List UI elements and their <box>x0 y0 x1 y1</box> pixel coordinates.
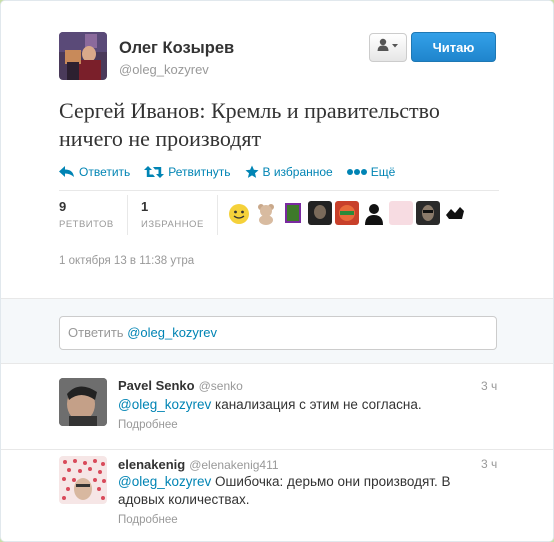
retweets-stat[interactable]: 9 РЕТВИТОВ <box>59 199 114 230</box>
teddy-bear-avatar[interactable] <box>254 201 278 225</box>
more-dots-icon <box>346 169 367 175</box>
retweet-icon <box>144 166 165 178</box>
user-avatar-5[interactable] <box>335 201 359 225</box>
retweeters-avatars <box>227 201 467 225</box>
reply-action[interactable]: Ответить <box>59 165 130 179</box>
user-avatar-7[interactable] <box>389 201 413 225</box>
reply-text: @oleg_kozyrev Ошибочка: дерьмо они произ… <box>118 473 478 509</box>
user-avatar-9[interactable] <box>443 201 467 225</box>
reply-tweet: elenakenig @elenakenig411 3 ч @oleg_kozyr… <box>1 450 553 541</box>
reply-avatar[interactable] <box>59 378 107 426</box>
favorites-stat[interactable]: 1 ИЗБРАННОЕ <box>141 199 204 230</box>
reply-label: Ответить <box>79 165 131 179</box>
reply-author-handle: @elenakenig411 <box>189 458 279 472</box>
more-label: Ещё <box>370 165 396 179</box>
smiley-avatar[interactable] <box>227 201 251 225</box>
reply-text: @oleg_kozyrev канализация с этим не согл… <box>118 396 488 414</box>
user-icon <box>377 38 399 57</box>
more-action[interactable]: Ещё <box>346 165 396 179</box>
retweets-label: РЕТВИТОВ <box>59 219 114 230</box>
reply-body: канализация с этим не согласна. <box>211 397 422 412</box>
reply-author-name: Pavel Senko <box>118 378 195 393</box>
reply-avatar[interactable] <box>59 456 107 504</box>
author-avatar[interactable] <box>59 32 107 80</box>
stat-divider <box>127 195 128 235</box>
reply-section: Ответить @oleg_kozyrev <box>1 298 553 364</box>
author-username[interactable]: @oleg_kozyrev <box>119 62 209 77</box>
reply-author[interactable]: Pavel Senko @senko <box>118 378 243 393</box>
reply-time[interactable]: 3 ч <box>481 457 497 471</box>
reply-details-link[interactable]: Подробнее <box>118 419 178 431</box>
favorites-count: 1 <box>141 199 149 214</box>
tweet-actions: Ответить Ретвитнуть В избранное Ещё <box>59 163 409 181</box>
reply-mention[interactable]: @oleg_kozyrev <box>118 397 211 412</box>
stat-divider <box>217 195 218 235</box>
author-fullname[interactable]: Олег Козырев <box>119 39 234 58</box>
reply-details-link[interactable]: Подробнее <box>118 514 178 526</box>
retweet-label: Ретвитнуть <box>168 165 231 179</box>
user-dropdown-button[interactable] <box>369 33 407 62</box>
reply-tweet: Pavel Senko @senko 3 ч @oleg_kozyrev кана… <box>1 365 553 449</box>
user-avatar-3[interactable] <box>281 201 305 225</box>
user-avatar-8[interactable] <box>416 201 440 225</box>
silhouette-avatar[interactable] <box>362 201 386 225</box>
reply-input-mention: @oleg_kozyrev <box>127 325 217 340</box>
reply-input-prefix: Ответить <box>68 325 128 340</box>
reply-author[interactable]: elenakenig @elenakenig411 <box>118 457 279 472</box>
tweet-text: Сергей Иванов: Кремль и правительство ни… <box>59 98 440 151</box>
retweet-action[interactable]: Ретвитнуть <box>144 165 231 179</box>
favorites-label: ИЗБРАННОЕ <box>141 219 204 230</box>
reply-icon <box>59 166 74 177</box>
reply-mention[interactable]: @oleg_kozyrev <box>118 474 211 489</box>
permalink-tweet: Олег Козырев @oleg_kozyrev Читаю Сергей … <box>1 1 553 298</box>
star-icon <box>245 165 258 178</box>
reply-time[interactable]: 3 ч <box>481 379 497 393</box>
tweet-timestamp[interactable]: 1 октября 13 в 11:38 утра <box>59 255 194 267</box>
reply-author-name: elenakenig <box>118 457 186 472</box>
follow-button[interactable]: Читаю <box>411 32 496 62</box>
tweet-card: Олег Козырев @oleg_kozyrev Читаю Сергей … <box>0 0 554 542</box>
reply-input[interactable]: Ответить @oleg_kozyrev <box>59 316 497 350</box>
user-avatar-4[interactable] <box>308 201 332 225</box>
retweets-count: 9 <box>59 199 67 214</box>
reply-author-handle: @senko <box>198 379 243 393</box>
favorite-label: В избранное <box>262 165 333 179</box>
favorite-action[interactable]: В избранное <box>245 165 333 179</box>
